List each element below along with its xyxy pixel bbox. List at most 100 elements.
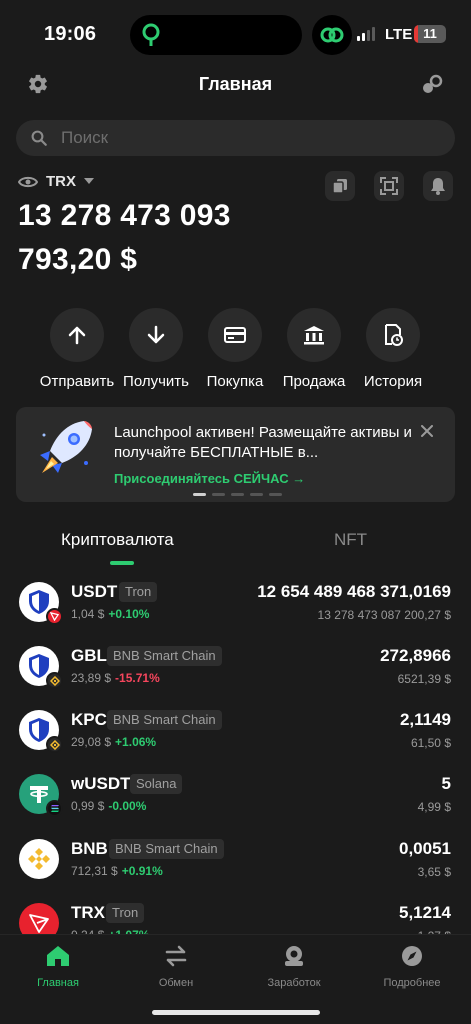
bell-icon[interactable] — [423, 171, 453, 201]
chain-tag: Tron — [106, 903, 145, 923]
arrow-up-icon — [50, 308, 104, 362]
token-symbol: GBL — [71, 646, 107, 665]
nav-home[interactable]: Главная — [8, 943, 108, 989]
buy-label: Покупка — [206, 373, 264, 390]
total-balance-line-2: 793,20 $ — [18, 243, 138, 276]
tron-badge-icon — [46, 608, 63, 625]
sell-button[interactable]: Продажа — [269, 308, 359, 390]
chain-tag: Tron — [119, 582, 158, 602]
status-bar: 19:06 LTE 11 — [0, 0, 471, 64]
carousel-dot — [193, 493, 206, 496]
swap-icon — [163, 943, 189, 969]
send-label: Отправить — [39, 373, 115, 390]
tab-nft[interactable]: NFT — [334, 530, 367, 550]
nav-swap-label: Обмен — [158, 977, 194, 989]
token-symbol: USDT — [71, 582, 118, 601]
token-row-wusdt[interactable]: wUSDT Solana 0,99 $ -0.00% 5 4,99 $ — [0, 774, 471, 838]
token-price-value: 0,99 $ — [71, 799, 105, 813]
token-price: 1,04 $ +0.10% — [71, 607, 149, 621]
token-price-value: 1,04 $ — [71, 607, 105, 621]
token-amount: 2,1149 — [399, 710, 451, 729]
history-icon — [366, 308, 420, 362]
banner-join-link[interactable]: Присоединяйтесь СЕЙЧАС → — [114, 471, 305, 486]
token-amount: 272,8966 — [380, 646, 451, 665]
send-button[interactable]: Отправить — [32, 308, 122, 390]
token-row-usdt[interactable]: USDT Tron 1,04 $ +0.10% 12 654 489 468 37… — [0, 582, 471, 646]
nav-home-label: Главная — [37, 977, 79, 989]
bnb-badge-icon — [46, 736, 63, 753]
token-value: 61,50 $ — [410, 736, 451, 750]
token-price: 23,89 $ -15.71% — [71, 671, 160, 685]
network-type: LTE — [385, 26, 413, 43]
page-title: Главная — [198, 74, 273, 94]
receive-label: Получить — [123, 373, 189, 390]
solana-badge-icon — [46, 800, 63, 817]
dynamic-island — [130, 15, 302, 55]
price-change: +0.91% — [121, 864, 163, 878]
wallet-connect-icon[interactable] — [420, 73, 444, 97]
token-amount: 5 — [441, 774, 451, 793]
bnb-badge-icon — [46, 672, 63, 689]
chevron-down-icon — [84, 178, 94, 185]
compass-icon — [399, 943, 425, 969]
chain-tag: BNB Smart Chain — [107, 710, 222, 730]
tab-crypto[interactable]: Криптовалюта — [61, 530, 174, 550]
home-icon — [45, 943, 71, 969]
copy-icon[interactable] — [325, 171, 355, 201]
chain-tag: BNB Smart Chain — [109, 839, 224, 859]
token-value: 13 278 473 087 200,27 $ — [317, 608, 451, 622]
nav-swap[interactable]: Обмен — [126, 943, 226, 989]
token-price: 29,08 $ +1.06% — [71, 735, 156, 749]
token-symbol: KPC — [71, 710, 107, 729]
token-price-value: 712,31 $ — [71, 864, 118, 878]
token-row-kpc[interactable]: KPC BNB Smart Chain 29,08 $ +1.06% 2,1149… — [0, 710, 471, 774]
network-label: TRX — [46, 173, 76, 190]
price-change: -15.71% — [115, 671, 160, 685]
token-price: 0,99 $ -0.00% — [71, 799, 146, 813]
bnb-icon — [19, 839, 59, 879]
history-label: История — [363, 373, 423, 390]
nav-earn[interactable]: Заработок — [244, 943, 344, 989]
token-symbol: TRX — [71, 903, 105, 922]
location-pin-icon — [140, 23, 162, 47]
rocket-icon — [34, 417, 96, 487]
battery-icon: 11 — [414, 25, 446, 43]
chain-tag: Solana — [130, 774, 183, 794]
carousel-dot — [212, 493, 225, 496]
nav-more[interactable]: Подробнее — [362, 943, 462, 989]
receive-button[interactable]: Получить — [111, 308, 201, 390]
nav-earn-label: Заработок — [267, 977, 321, 989]
battery-level: 11 — [423, 26, 437, 41]
token-price-value: 23,89 $ — [71, 671, 112, 685]
token-value: 3,65 $ — [417, 865, 451, 879]
total-balance-line-1: 13 278 473 093 — [18, 199, 231, 232]
token-row-bnb[interactable]: BNB BNB Smart Chain 712,31 $ +0.91% 0,005… — [0, 839, 471, 903]
price-change: -0.00% — [108, 799, 147, 813]
token-symbol: wUSDT — [71, 774, 131, 793]
status-time: 19:06 — [44, 23, 97, 45]
cellular-signal-icon — [357, 27, 375, 41]
promo-banner[interactable]: Launchpool активен! Размещайте активы и … — [16, 407, 455, 502]
token-row-gbl[interactable]: GBL BNB Smart Chain 23,89 $ -15.71% 272,8… — [0, 646, 471, 710]
token-value: 4,99 $ — [417, 800, 451, 814]
carousel-dot — [269, 493, 282, 496]
earn-icon — [281, 943, 307, 969]
carousel-dot — [250, 493, 263, 496]
network-selector[interactable]: TRX — [18, 173, 94, 190]
close-icon[interactable] — [421, 425, 433, 437]
buy-button[interactable]: Покупка — [190, 308, 280, 390]
carousel-indicator — [193, 493, 282, 496]
history-button[interactable]: История — [348, 308, 438, 390]
price-change: +1.06% — [115, 735, 157, 749]
banner-text: Launchpool активен! Размещайте активы и … — [114, 424, 412, 461]
eye-icon[interactable] — [18, 175, 38, 189]
scan-icon[interactable] — [374, 171, 404, 201]
card-icon — [208, 308, 262, 362]
bank-icon — [287, 308, 341, 362]
token-price: 712,31 $ +0.91% — [71, 864, 163, 878]
carousel-dot — [231, 493, 244, 496]
token-amount: 12 654 489 468 371,0169 — [257, 582, 451, 601]
token-amount: 5,1214 — [399, 903, 451, 922]
search-input[interactable]: Поиск — [16, 120, 455, 156]
token-symbol: BNB — [71, 839, 108, 858]
